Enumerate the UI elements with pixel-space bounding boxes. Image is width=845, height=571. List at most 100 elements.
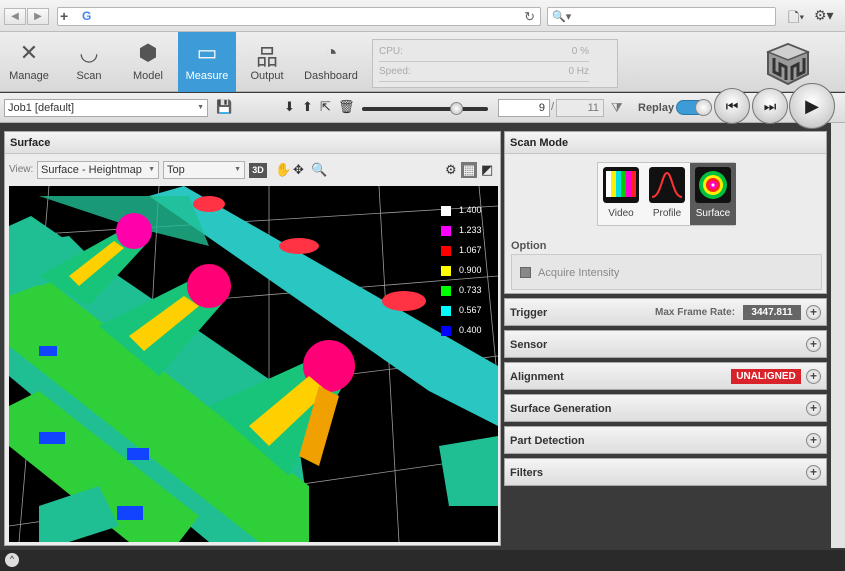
- option-label: Option: [511, 240, 547, 252]
- acquire-intensity-checkbox[interactable]: [520, 267, 531, 278]
- next-frame-button[interactable]: ⏭: [752, 88, 788, 124]
- legend-row: 1.067: [441, 244, 498, 258]
- browser-search-input[interactable]: 🔍▾: [547, 7, 776, 26]
- export-icon[interactable]: ⇱: [320, 99, 331, 115]
- first-frame-button[interactable]: ⏮: [714, 88, 750, 124]
- replay-toggle[interactable]: [676, 99, 712, 116]
- tool-label: Dashboard: [304, 70, 358, 82]
- chevron-down-icon: ▼: [148, 166, 155, 173]
- section-part-detection[interactable]: Part Detection +: [504, 426, 827, 454]
- legend-value: 0.567: [459, 305, 482, 315]
- tool-output[interactable]: 品 Output: [238, 32, 296, 92]
- save-icon[interactable]: 💾: [216, 99, 232, 115]
- scrollbar[interactable]: [831, 123, 845, 548]
- section-surface-generation[interactable]: Surface Generation +: [504, 394, 827, 422]
- status-box: CPU: 0 % Speed: 0 Hz: [372, 39, 618, 88]
- slider-handle[interactable]: [450, 102, 464, 115]
- app-toolbar: ✕ Manage ◡ Scan ⬢ Model ▭ Measure 品 Outp…: [0, 32, 845, 92]
- view-label: View:: [9, 164, 34, 175]
- page-menu-icon[interactable]: 🗋▾: [788, 7, 804, 31]
- reload-icon[interactable]: ↻: [524, 8, 535, 25]
- tool-dashboard[interactable]: ◔ Dashboard: [300, 32, 362, 92]
- legend-value: 1.233: [459, 225, 482, 235]
- view-orientation-value: Top: [167, 164, 185, 176]
- section-title: Filters: [510, 467, 544, 479]
- expand-plus-icon[interactable]: +: [806, 401, 821, 416]
- window-icon[interactable]: ◩: [481, 162, 493, 178]
- pan-hand-icon[interactable]: ✋: [275, 162, 291, 178]
- section-sensor[interactable]: Sensor +: [504, 330, 827, 358]
- back-button[interactable]: ◀: [4, 8, 26, 25]
- legend-swatch: [441, 326, 451, 336]
- new-tab-icon[interactable]: +: [60, 8, 68, 25]
- tool-measure[interactable]: ▭ Measure: [178, 32, 236, 92]
- legend-row: 0.900: [441, 264, 498, 278]
- filter-icon[interactable]: ⧩: [611, 100, 623, 116]
- upload-icon[interactable]: ⬆: [302, 99, 313, 115]
- section-trigger[interactable]: Trigger Max Frame Rate: 3447.811 +: [504, 298, 827, 326]
- surface-panel: Surface View: Surface - Heightmap ▼ Top …: [4, 131, 501, 546]
- tool-manage[interactable]: ✕ Manage: [0, 32, 58, 92]
- cubes-icon: ⬢: [138, 40, 158, 65]
- trash-icon[interactable]: 🗑: [338, 99, 355, 115]
- 3d-toggle[interactable]: 3D: [249, 163, 267, 178]
- job-select[interactable]: Job1 [default] ▼: [4, 99, 208, 117]
- mode-surface[interactable]: Surface: [690, 163, 736, 225]
- bottom-bar: ^: [0, 550, 845, 571]
- section-title: Surface Generation: [510, 403, 612, 415]
- zoom-icon[interactable]: 🔍: [311, 162, 327, 178]
- section-alignment[interactable]: Alignment UNALIGNED +: [504, 362, 827, 390]
- option-box: Acquire Intensity: [511, 254, 822, 290]
- search-icon: 🔍▾: [552, 11, 572, 23]
- frame-total: 11: [556, 99, 604, 117]
- legend-swatch: [441, 246, 451, 256]
- section-title: Alignment: [510, 371, 564, 383]
- heightmap-render[interactable]: [9, 186, 498, 542]
- legend-value: 1.400: [459, 205, 482, 215]
- tool-scan[interactable]: ◡ Scan: [60, 32, 118, 92]
- expand-plus-icon[interactable]: +: [806, 465, 821, 480]
- expand-plus-icon[interactable]: +: [806, 369, 821, 384]
- mode-video[interactable]: Video: [598, 163, 644, 225]
- tool-model[interactable]: ⬢ Model: [119, 32, 177, 92]
- brand-logo: [765, 42, 811, 86]
- mode-label: Profile: [652, 208, 682, 219]
- section-title: Trigger: [510, 307, 548, 319]
- cpu-value: 0 %: [571, 46, 589, 57]
- scan-mode-group: Video Profile Surface: [597, 162, 736, 226]
- speed-label: Speed:: [379, 66, 411, 77]
- section-filters[interactable]: Filters +: [504, 458, 827, 486]
- network-icon: 品: [255, 45, 278, 70]
- rotate-icon[interactable]: ✥: [293, 162, 304, 178]
- tools-icon: ✕: [19, 40, 39, 65]
- section-title: Part Detection: [510, 435, 585, 447]
- forward-button[interactable]: ▶: [27, 8, 49, 25]
- tool-label: Output: [250, 70, 284, 82]
- ruler-icon: ▭: [196, 40, 218, 65]
- legend-swatch: [441, 266, 451, 276]
- view-mode-select[interactable]: Surface - Heightmap ▼: [37, 161, 159, 179]
- chevron-up-icon[interactable]: ^: [5, 553, 19, 567]
- legend-value: 0.400: [459, 325, 482, 335]
- url-field[interactable]: + G ↻: [57, 7, 541, 26]
- view-orientation-select[interactable]: Top ▼: [163, 161, 245, 179]
- expand-plus-icon[interactable]: +: [806, 337, 821, 352]
- download-icon[interactable]: ⬇: [284, 99, 295, 115]
- legend-value: 0.733: [459, 285, 482, 295]
- settings-icon[interactable]: ⚙: [445, 162, 457, 178]
- cpu-label: CPU:: [379, 46, 403, 57]
- mode-label: Surface: [695, 208, 731, 219]
- google-icon: G: [82, 9, 92, 23]
- mode-profile[interactable]: Profile: [644, 163, 690, 225]
- expand-plus-icon[interactable]: +: [806, 433, 821, 448]
- frame-input[interactable]: 9: [498, 99, 550, 117]
- tool-label: Scan: [76, 70, 102, 82]
- play-button[interactable]: ▶: [789, 83, 835, 129]
- legend-row: 1.233: [441, 224, 498, 238]
- surface-icon: [695, 167, 731, 203]
- gear-icon[interactable]: ⚙▾: [814, 7, 834, 24]
- frame-slider[interactable]: [362, 102, 488, 115]
- grid-icon[interactable]: ▦: [461, 162, 477, 178]
- 3d-viewport[interactable]: 1.400 1.233 1.067 0.900 0.733 0.567 0.40…: [9, 186, 498, 542]
- expand-plus-icon[interactable]: +: [806, 305, 821, 320]
